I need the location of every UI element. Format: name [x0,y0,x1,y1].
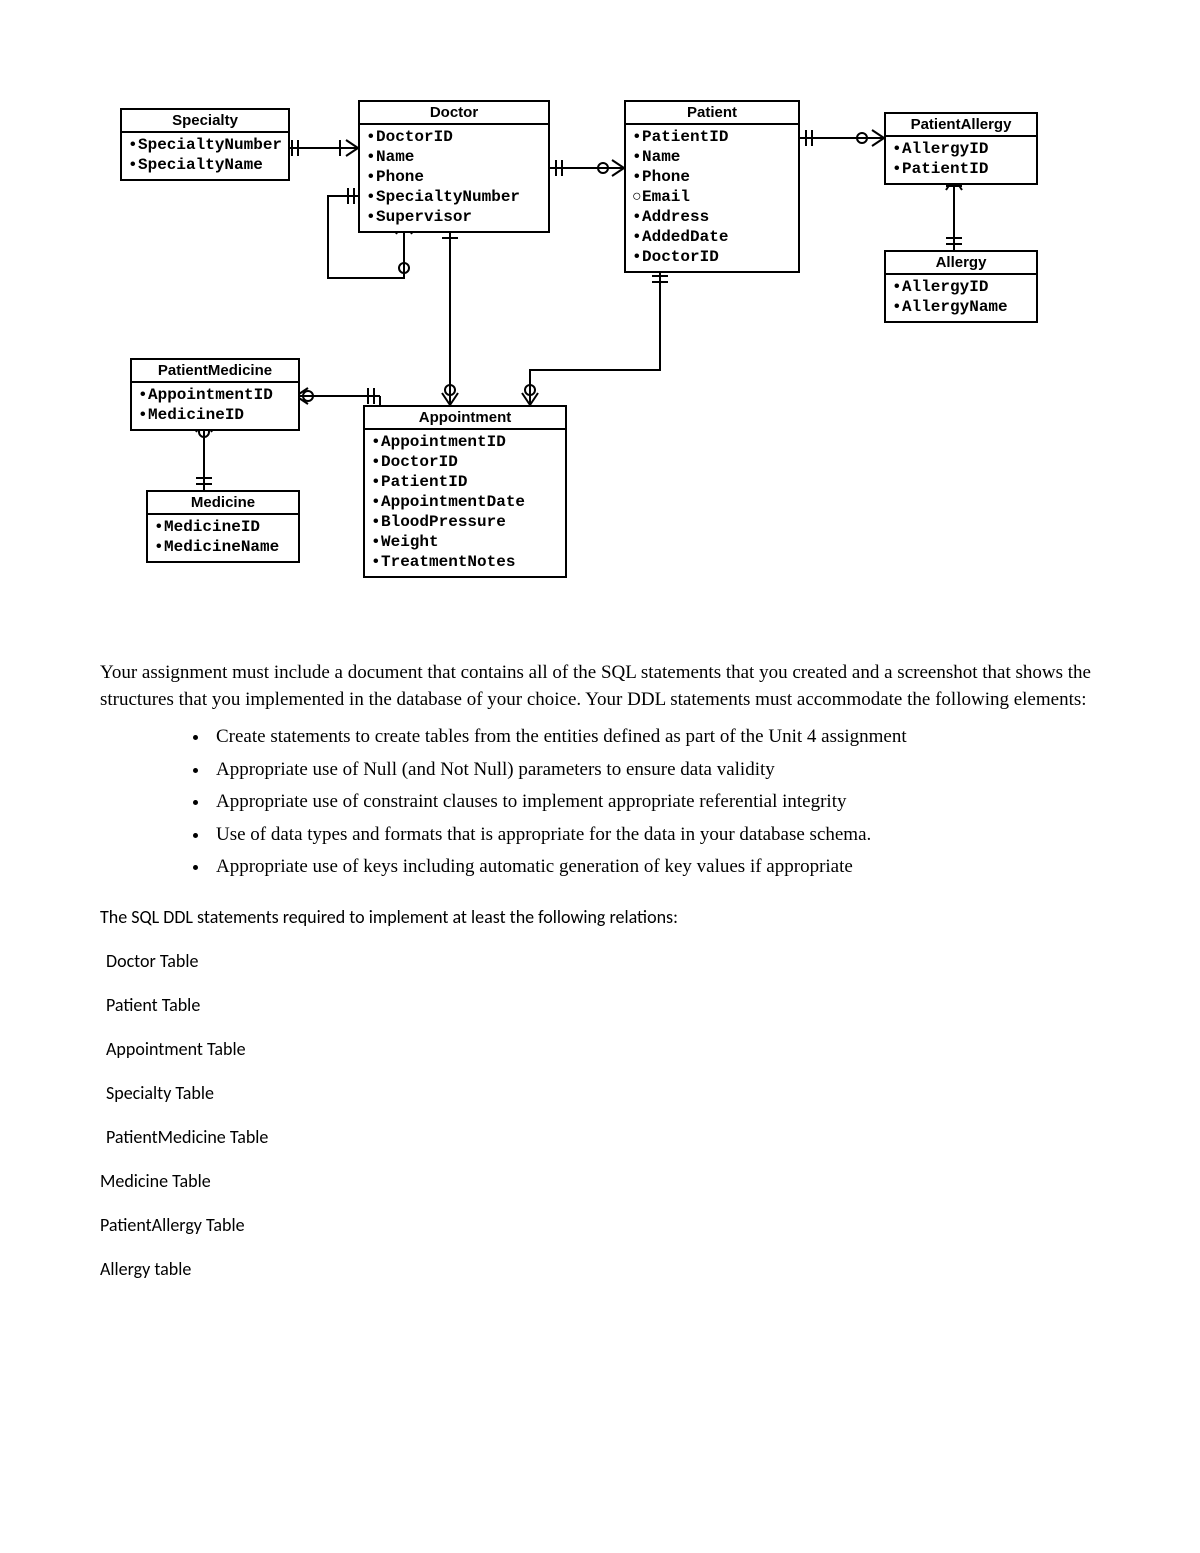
entity-attrs: •AllergyID •PatientID [886,137,1036,183]
table-label: Allergy table [100,1258,1100,1280]
attr: Weight [381,533,439,551]
entity-specialty: Specialty •SpecialtyNumber •SpecialtyNam… [120,108,290,181]
attr: PatientID [381,473,467,491]
entity-patientmedicine: PatientMedicine •AppointmentID •Medicine… [130,358,300,431]
entity-attrs: •PatientID •Name •Phone ○Email •Address … [626,125,798,271]
entity-title: Appointment [365,407,565,430]
attr: AppointmentID [148,386,273,404]
entity-attrs: •MedicineID •MedicineName [148,515,298,561]
entity-title: PatientAllergy [886,114,1036,137]
attr: SpecialtyName [138,156,263,174]
attr: Address [642,208,709,226]
attr: DoctorID [381,453,458,471]
attr: AllergyID [902,278,988,296]
list-item: Use of data types and formats that is ap… [210,821,1100,850]
entity-doctor: Doctor •DoctorID •Name •Phone •Specialty… [358,100,550,233]
attr: BloodPressure [381,513,506,531]
attr: TreatmentNotes [381,553,515,571]
attr: Supervisor [376,208,472,226]
entity-attrs: •AppointmentID •MedicineID [132,383,298,429]
attr: SpecialtyNumber [138,136,282,154]
entity-attrs: •DoctorID •Name •Phone •SpecialtyNumber … [360,125,548,231]
list-item: Create statements to create tables from … [210,723,1100,752]
attr: AllergyID [902,140,988,158]
entity-title: PatientMedicine [132,360,298,383]
requirements-list: Create statements to create tables from … [100,723,1100,882]
table-label: PatientAllergy Table [100,1214,1100,1236]
erd-diagram: Specialty •SpecialtyNumber •SpecialtyNam… [100,100,1100,630]
entity-attrs: •AppointmentID •DoctorID •PatientID •App… [365,430,565,576]
entity-title: Patient [626,102,798,125]
list-item: Appropriate use of Null (and Not Null) p… [210,756,1100,785]
attr: PatientID [902,160,988,178]
attr: Name [642,148,680,166]
attr: MedicineID [164,518,260,536]
table-label: PatientMedicine Table [106,1126,1100,1148]
attr: Name [376,148,414,166]
attr: SpecialtyNumber [376,188,520,206]
attr: DoctorID [642,248,719,266]
paragraph-intro: Your assignment must include a document … [100,660,1100,713]
table-label: Appointment Table [106,1038,1100,1060]
attr: MedicineID [148,406,244,424]
attr: Phone [376,168,424,186]
entity-medicine: Medicine •MedicineID •MedicineName [146,490,300,563]
attr: MedicineName [164,538,279,556]
attr: DoctorID [376,128,453,146]
entity-allergy: Allergy •AllergyID •AllergyName [884,250,1038,323]
table-label: Specialty Table [106,1082,1100,1104]
attr: Email [642,188,690,206]
attr: PatientID [642,128,728,146]
relations-intro: The SQL DDL statements required to imple… [100,906,1100,928]
entity-attrs: •AllergyID •AllergyName [886,275,1036,321]
entity-appointment: Appointment •AppointmentID •DoctorID •Pa… [363,405,567,578]
attr: AppointmentDate [381,493,525,511]
entity-title: Doctor [360,102,548,125]
entity-patientallergy: PatientAllergy •AllergyID •PatientID [884,112,1038,185]
table-label: Medicine Table [100,1170,1100,1192]
entity-title: Allergy [886,252,1036,275]
attr: Phone [642,168,690,186]
attr: AppointmentID [381,433,506,451]
table-label: Patient Table [106,994,1100,1016]
table-label: Doctor Table [106,950,1100,972]
attr: AddedDate [642,228,728,246]
list-item: Appropriate use of constraint clauses to… [210,788,1100,817]
list-item: Appropriate use of keys including automa… [210,853,1100,882]
document-page: Specialty •SpecialtyNumber •SpecialtyNam… [0,0,1200,1553]
entity-title: Medicine [148,492,298,515]
attr: AllergyName [902,298,1008,316]
entity-patient: Patient •PatientID •Name •Phone ○Email •… [624,100,800,273]
entity-attrs: •SpecialtyNumber •SpecialtyName [122,133,288,179]
entity-title: Specialty [122,110,288,133]
